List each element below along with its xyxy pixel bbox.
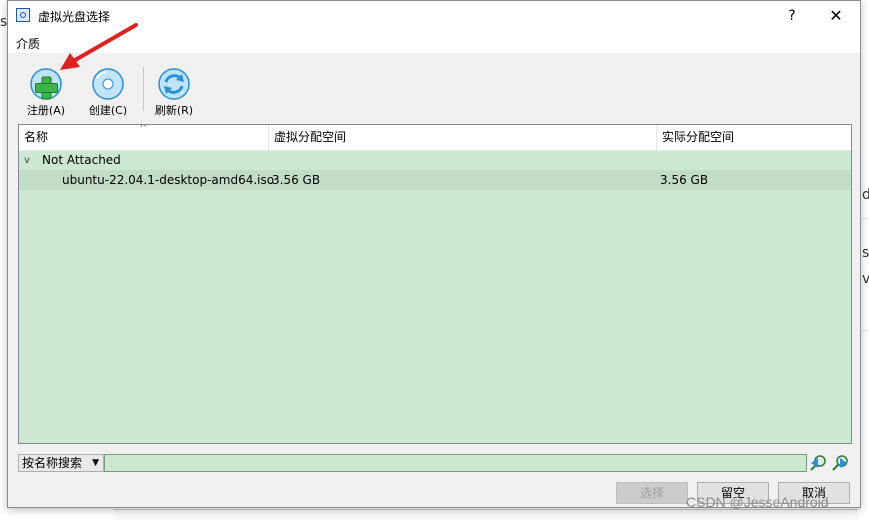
chevron-down-icon[interactable]: v xyxy=(24,151,30,170)
search-input[interactable] xyxy=(104,454,807,472)
background-divider xyxy=(862,330,869,331)
column-header-virtual-size[interactable]: 虚拟分配空间 xyxy=(269,125,656,150)
cell-actual-size: 3.56 GB xyxy=(660,173,709,187)
search-previous-icon[interactable] xyxy=(809,454,827,472)
create-disk-icon xyxy=(92,68,124,100)
group-not-attached[interactable]: v Not Attached xyxy=(19,151,851,170)
background-letter-d: d xyxy=(862,187,869,203)
column-header-actual-size[interactable]: 实际分配空间 xyxy=(657,125,851,150)
register-button[interactable]: 注册(A) xyxy=(18,63,74,117)
menu-item-media[interactable]: 介质 xyxy=(16,35,40,52)
background-divider xyxy=(862,218,869,219)
close-button[interactable]: ✕ xyxy=(824,5,848,27)
cell-virtual-size: 3.56 GB xyxy=(272,173,321,187)
watermark: CSDN @JesseAndroid xyxy=(686,494,829,510)
create-button[interactable]: 创建(C) xyxy=(80,63,136,117)
menu-bar: 介质 xyxy=(8,31,860,53)
group-label: Not Attached xyxy=(42,153,121,167)
virtual-optical-disk-dialog: 虚拟光盘选择 ? ✕ 介质 注册(A) 创建(C) 刷新(R) 名称 ^ 虚拟分… xyxy=(7,0,861,508)
background-bottom-strip xyxy=(113,509,858,520)
background-letter-s: s xyxy=(862,245,869,261)
help-button[interactable]: ? xyxy=(780,5,804,27)
refresh-icon xyxy=(158,68,190,100)
register-label: 注册(A) xyxy=(26,104,66,117)
table-row[interactable]: ubuntu-22.04.1-desktop-amd64.iso 3.56 GB… xyxy=(19,170,851,190)
search-mode-select[interactable]: 按名称搜索 ▼ xyxy=(18,454,104,472)
toolbar: 注册(A) 创建(C) 刷新(R) xyxy=(8,53,860,119)
search-next-icon[interactable] xyxy=(831,454,849,472)
background-letter-v: v xyxy=(862,271,869,287)
optical-disk-icon xyxy=(16,8,30,22)
refresh-button[interactable]: 刷新(R) xyxy=(146,63,202,117)
refresh-label: 刷新(R) xyxy=(154,104,194,117)
title-bar: 虚拟光盘选择 ? ✕ xyxy=(8,1,860,31)
toolbar-separator xyxy=(143,67,144,111)
media-list[interactable]: 名称 ^ 虚拟分配空间 实际分配空间 v Not Attached ubuntu… xyxy=(18,124,852,444)
add-disk-icon xyxy=(30,68,62,100)
cell-name: ubuntu-22.04.1-desktop-amd64.iso xyxy=(62,173,275,187)
select-button[interactable]: 选择 xyxy=(616,482,688,504)
sort-indicator: ^ xyxy=(139,124,148,134)
dropdown-arrow-icon: ▼ xyxy=(92,458,99,468)
search-mode-label: 按名称搜索 xyxy=(22,456,83,470)
list-header: 名称 ^ 虚拟分配空间 实际分配空间 xyxy=(19,125,851,151)
create-label: 创建(C) xyxy=(88,104,128,117)
window-title: 虚拟光盘选择 xyxy=(38,10,111,24)
